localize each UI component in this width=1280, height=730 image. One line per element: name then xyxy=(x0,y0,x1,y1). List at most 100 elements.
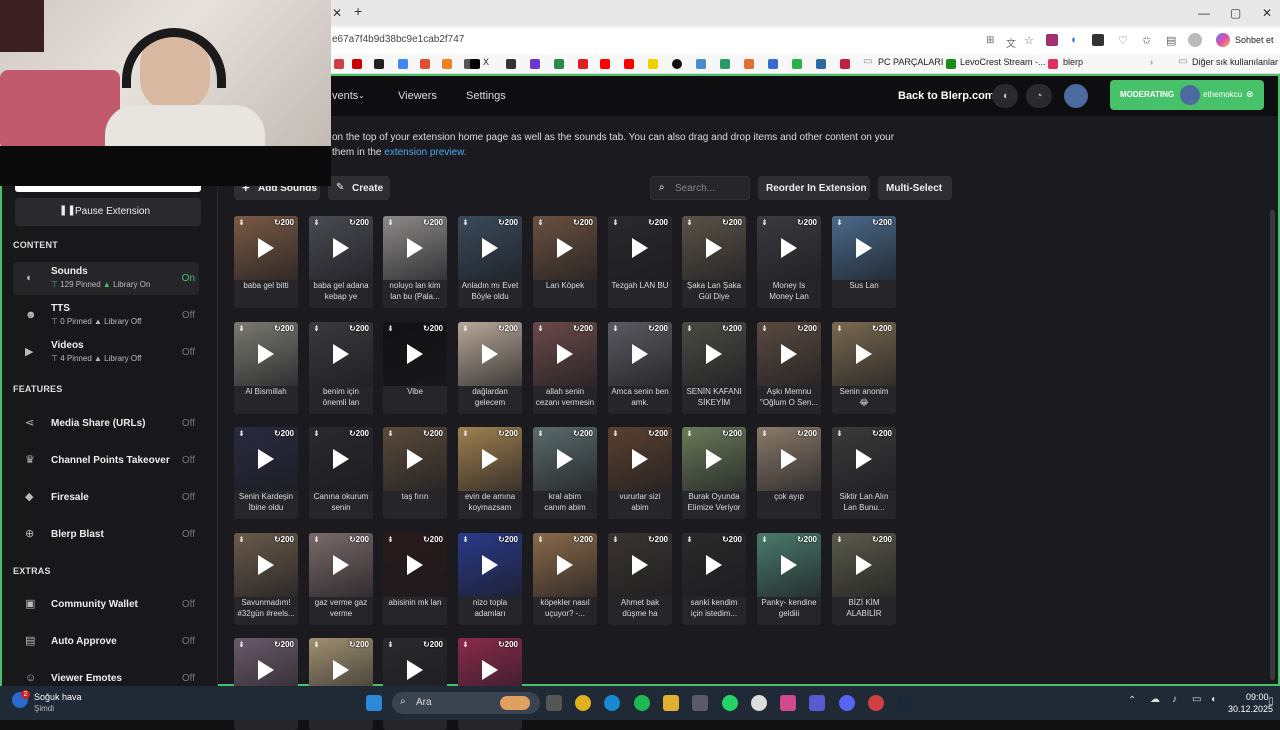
moderating-badge[interactable]: MODERATING ethemokcu ⊗ xyxy=(1110,80,1264,110)
bookmark-icon[interactable] xyxy=(672,59,682,69)
sound-tile[interactable]: ⇟ ↻200 sanki kendim için istedim... xyxy=(682,533,746,625)
extension-preview-link[interactable]: extension preview. xyxy=(384,147,466,158)
sidebar-item-media-share-urls[interactable]: ⋖ Media Share (URLs) Off xyxy=(13,407,199,440)
steam-icon[interactable] xyxy=(897,695,913,711)
play-icon[interactable] xyxy=(856,449,872,469)
nav-events[interactable]: vents xyxy=(332,90,358,102)
extension-icon[interactable] xyxy=(1092,34,1104,46)
pin-icon[interactable]: ⇟ xyxy=(836,429,843,438)
blerp-icon[interactable] xyxy=(1048,59,1058,69)
sidebar-item-firesale[interactable]: ◆ Firesale Off xyxy=(13,481,199,514)
bookmark-icon[interactable] xyxy=(420,59,430,69)
bookmark-icon[interactable] xyxy=(792,59,802,69)
pin-icon[interactable]: ⇟ xyxy=(462,324,469,333)
sound-tile[interactable]: ⇟ ↻200 Lan Köpek xyxy=(533,216,597,308)
sound-tile[interactable]: ⇟ ↻200 kral abim canım abim xyxy=(533,427,597,519)
sound-tile[interactable]: ⇟ ↻200 Vibe xyxy=(383,322,447,414)
pin-icon[interactable]: ⇟ xyxy=(387,535,394,544)
sound-tile[interactable]: ⇟ ↻200 Amca senin ben amk. xyxy=(608,322,672,414)
nav-viewers[interactable]: Viewers xyxy=(398,90,437,102)
play-icon[interactable] xyxy=(557,555,573,575)
performance-icon[interactable]: ♡ xyxy=(1118,34,1128,47)
sound-tile[interactable]: ⇟ ↻200 benim için önemli lan xyxy=(309,322,373,414)
play-icon[interactable] xyxy=(706,238,722,258)
play-icon[interactable] xyxy=(333,555,349,575)
url-text[interactable]: e67a7f4b9d38bc9e1cab2f747 xyxy=(332,34,464,45)
clock-date[interactable]: 30.12.2025 xyxy=(1228,704,1273,714)
play-icon[interactable] xyxy=(632,449,648,469)
play-icon[interactable] xyxy=(706,344,722,364)
pin-icon[interactable]: ⇟ xyxy=(612,324,619,333)
pin-icon[interactable]: ⇟ xyxy=(537,218,544,227)
create-button[interactable]: ✎ Create xyxy=(328,176,390,200)
sound-tile[interactable]: ⇟ ↻200 taş fırın xyxy=(383,427,447,519)
clock-time[interactable]: 09:00 xyxy=(1246,692,1269,702)
play-icon[interactable] xyxy=(706,449,722,469)
sound-tile[interactable]: ⇟ ↻200 Canına okurum senin xyxy=(309,427,373,519)
reorder-button[interactable]: Reorder In Extension xyxy=(758,176,870,200)
sound-tile[interactable]: ⇟ ↻200 Sus Lan xyxy=(832,216,896,308)
play-icon[interactable] xyxy=(781,449,797,469)
pinterest-icon[interactable] xyxy=(578,59,588,69)
sidebar-item-sounds[interactable]: ◖ Sounds ⊤ 129 Pinned ▲ Library On On xyxy=(13,262,199,295)
status-toggle[interactable]: Off xyxy=(182,347,195,358)
wordpress-icon[interactable] xyxy=(816,59,826,69)
start-icon[interactable] xyxy=(366,695,382,711)
favorites-icon[interactable]: ✩ xyxy=(1142,34,1151,47)
back-to-blerp-link[interactable]: Back to Blerp.com xyxy=(898,90,995,102)
task-view-icon[interactable] xyxy=(546,695,562,711)
pin-icon[interactable]: ⇟ xyxy=(238,218,245,227)
sidebar-item-channel-points-takeover[interactable]: ♛ Channel Points Takeover Off xyxy=(13,444,199,477)
play-icon[interactable] xyxy=(557,449,573,469)
sound-tile[interactable]: ⇟ ↻200 Savunmadım! #32gün #reels... xyxy=(234,533,298,625)
play-icon[interactable] xyxy=(333,660,349,680)
sound-tile[interactable]: ⇟ ↻200 Panky- kendine geldiii xyxy=(757,533,821,625)
bookmark-icon[interactable] xyxy=(720,59,730,69)
collections-icon[interactable]: ▤ xyxy=(1166,34,1176,47)
pin-icon[interactable]: ⇟ xyxy=(238,640,245,649)
pin-icon[interactable]: ⇟ xyxy=(612,429,619,438)
play-icon[interactable] xyxy=(781,555,797,575)
chevron-right-icon[interactable]: › xyxy=(1150,57,1153,67)
pin-icon[interactable]: ⇟ xyxy=(462,429,469,438)
sound-ext-icon[interactable]: ◖ xyxy=(1070,34,1077,46)
status-toggle[interactable]: Off xyxy=(182,310,195,321)
sidebar-item-tts[interactable]: ☻ TTS ⊤ 0 Pinned ▲ Library Off Off xyxy=(13,299,199,332)
pin-icon[interactable]: ⇟ xyxy=(387,218,394,227)
volume-icon[interactable]: ◖ xyxy=(1210,694,1216,705)
pin-icon[interactable]: ⇟ xyxy=(836,535,843,544)
sound-tile[interactable]: ⇟ ↻200 köpekler nasıl uçuyor? -... xyxy=(533,533,597,625)
play-icon[interactable] xyxy=(333,344,349,364)
pin-icon[interactable]: ⇟ xyxy=(387,324,394,333)
sound-tile[interactable]: ⇟ ↻200 çok ayıp xyxy=(757,427,821,519)
whatsapp-icon[interactable] xyxy=(722,695,738,711)
minimize-icon[interactable]: — xyxy=(1198,6,1210,20)
app-icon[interactable] xyxy=(868,695,884,711)
scrollbar[interactable] xyxy=(1270,210,1275,680)
play-icon[interactable] xyxy=(482,238,498,258)
sound-tile[interactable]: ⇟ ↻200 nizo topla adamları xyxy=(458,533,522,625)
status-toggle[interactable]: Off xyxy=(182,636,195,647)
user-avatar[interactable] xyxy=(1064,84,1088,108)
youtube-icon[interactable] xyxy=(624,59,634,69)
bookmark-icon[interactable] xyxy=(442,59,452,69)
favorite-star-icon[interactable]: ☆ xyxy=(1024,34,1034,47)
pin-icon[interactable]: ⇟ xyxy=(836,218,843,227)
status-toggle[interactable]: Off xyxy=(182,455,195,466)
edge-icon[interactable] xyxy=(604,695,620,711)
play-icon[interactable] xyxy=(632,344,648,364)
sound-tile[interactable]: ⇟ ↻200 Anladın mı Evet Böyle oldu xyxy=(458,216,522,308)
play-icon[interactable] xyxy=(407,344,423,364)
levocrest-icon[interactable] xyxy=(946,59,956,69)
sound-tile[interactable]: ⇟ ↻200 Money Is Money Lan xyxy=(757,216,821,308)
new-tab-icon[interactable]: + xyxy=(354,3,362,19)
play-icon[interactable] xyxy=(482,449,498,469)
bookmark-icon[interactable] xyxy=(744,59,754,69)
sound-tile[interactable]: ⇟ ↻200 Şaka Lan Şaka Gül Diye xyxy=(682,216,746,308)
pin-icon[interactable]: ⇟ xyxy=(761,429,768,438)
notification-icon[interactable]: ▯ xyxy=(1268,696,1274,707)
pin-icon[interactable]: ⇟ xyxy=(462,218,469,227)
bell-icon[interactable]: ◔ xyxy=(1026,84,1052,108)
pin-icon[interactable]: ⇟ xyxy=(313,324,320,333)
bookmark-x-label[interactable]: X xyxy=(483,57,489,67)
